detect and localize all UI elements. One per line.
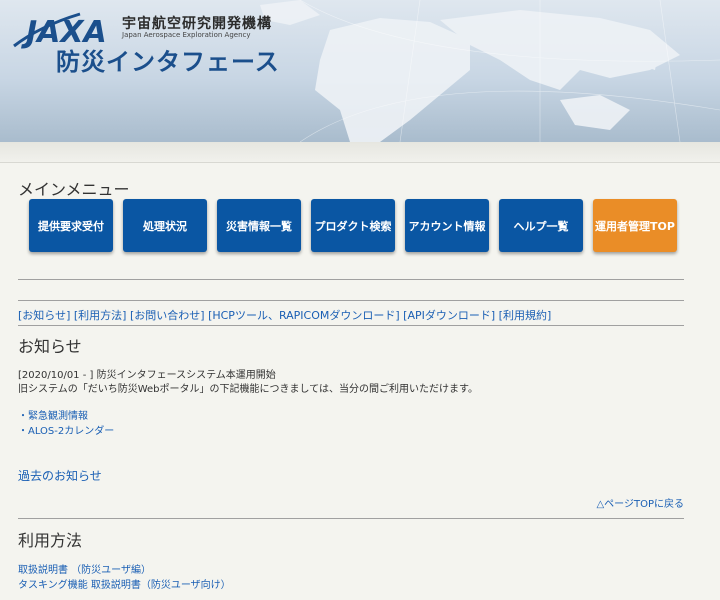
link-notices[interactable]: [お知らせ] (18, 309, 70, 322)
manual-link-tasking[interactable]: タスキング機能 取扱説明書（防災ユーザ向け） (18, 576, 231, 591)
divider (18, 300, 684, 301)
processing-status-button[interactable]: 処理状況 (123, 199, 207, 252)
link-terms[interactable]: [利用規約] (499, 309, 552, 322)
divider (18, 518, 684, 519)
link-usage[interactable]: [利用方法] (74, 309, 127, 322)
help-list-button[interactable]: ヘルプ一覧 (499, 199, 583, 252)
site-title: 防災インタフェース (56, 48, 280, 76)
notice-line: [2020/10/01 - ] 防災インタフェースシステム本運用開始 (18, 370, 276, 381)
operator-admin-top-button[interactable]: 運用者管理TOP (593, 199, 677, 252)
link-api-download[interactable]: [APIダウンロード] (403, 309, 495, 322)
page-top-link[interactable]: △ページTOPに戻る (596, 495, 684, 510)
main-menu-title: メインメニュー (18, 180, 130, 199)
divider (18, 279, 684, 280)
header-banner: JAXA 宇宙航空研究開発機構 Japan Aerospace Explorat… (0, 0, 720, 142)
link-contact[interactable]: [お問い合わせ] (130, 309, 205, 322)
main-content: メインメニュー 提供要求受付 処理状況 災害情報一覧 プロダクト検索 アカウント… (0, 162, 720, 600)
emergency-observation-link[interactable]: ・緊急観測情報 (18, 411, 88, 422)
alos2-calendar-link[interactable]: ・ALOS-2カレンダー (18, 426, 114, 437)
request-acceptance-button[interactable]: 提供要求受付 (29, 199, 113, 252)
notice-line: 旧システムの「だいち防災Webポータル」の下記機能につきましては、当分の間ご利用… (18, 384, 479, 395)
list-item[interactable]: ・ALOS-2カレンダー (18, 422, 114, 437)
organization-name-en: Japan Aerospace Exploration Agency (122, 31, 251, 39)
link-hcp-tool-download[interactable]: [HCPツール、RAPICOMダウンロード] (208, 309, 400, 322)
header-divider (0, 142, 720, 162)
divider (18, 325, 684, 326)
section-links: [お知らせ] [利用方法] [お問い合わせ] [HCPツール、RAPICOMダウ… (18, 307, 551, 323)
manual-link-disaster-user[interactable]: 取扱説明書 （防災ユーザ編） (18, 561, 151, 576)
usage-heading: 利用方法 (18, 531, 83, 550)
account-info-button[interactable]: アカウント情報 (405, 199, 489, 252)
disaster-info-list-button[interactable]: 災害情報一覧 (217, 199, 301, 252)
notices-heading: お知らせ (18, 337, 82, 356)
past-notices-link[interactable]: 過去のお知らせ (18, 467, 102, 484)
organization-name-ja: 宇宙航空研究開発機構 (122, 16, 272, 32)
notice-body: [2020/10/01 - ] 防災インタフェースシステム本運用開始 旧システム… (18, 369, 478, 397)
list-item[interactable]: ・緊急観測情報 (18, 407, 88, 422)
product-search-button[interactable]: プロダクト検索 (311, 199, 395, 252)
